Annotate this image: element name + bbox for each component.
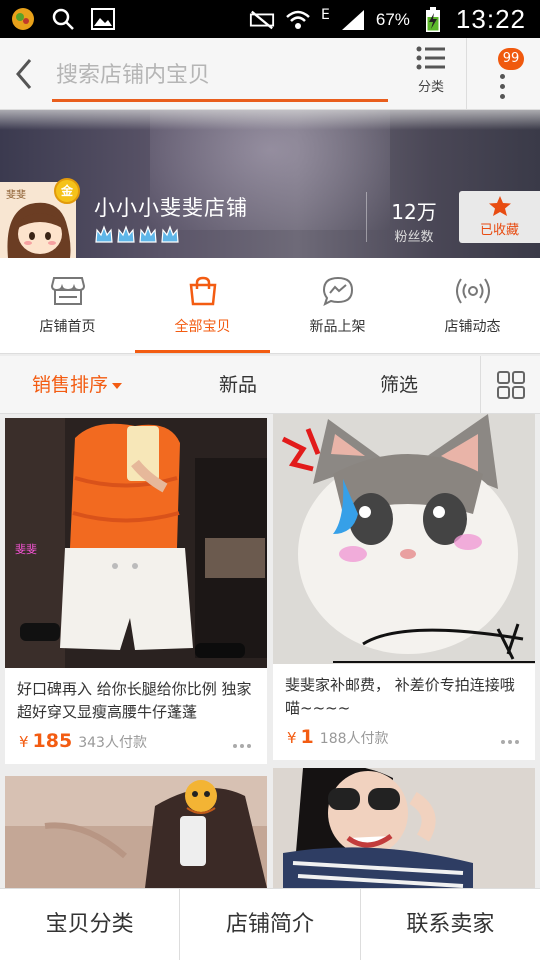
clock: 13:22 (455, 4, 526, 34)
status-bar: E 67% 13:22 (0, 0, 540, 38)
product-title[interactable]: 斐斐家补邮费， 补差价专拍连接哦 喵~~~~ (273, 664, 535, 726)
crown-icon (95, 225, 179, 243)
store-icon (50, 277, 85, 305)
chevron-left-icon (16, 59, 32, 89)
divider (466, 38, 467, 110)
gold-seller-badge: 金 (54, 178, 80, 204)
search-icon (50, 6, 76, 32)
app-notification-icon (10, 6, 36, 32)
bottom-bar: 宝贝分类 店铺简介 联系卖家 (0, 888, 540, 960)
svg-text:斐斐: 斐斐 (15, 543, 37, 556)
sold-count: 343人付款 (78, 735, 147, 751)
more-dots-icon (500, 74, 505, 99)
star-icon (488, 196, 511, 216)
contact-seller-button[interactable]: 联系卖家 (361, 889, 540, 960)
tab-label: 店铺动态 (444, 319, 501, 335)
favorite-label: 已收藏 (479, 223, 519, 238)
more-menu-button[interactable]: 99 (480, 46, 534, 106)
tab-label: 新品上架 (309, 319, 366, 335)
image-icon (90, 6, 116, 32)
favorite-button[interactable]: 已收藏 (459, 191, 540, 243)
product-meta: ¥1 188人付款 (273, 726, 535, 760)
signal-icon (340, 7, 366, 33)
currency-symbol: ¥ (19, 733, 29, 751)
product-card[interactable] (273, 768, 535, 888)
shop-intro-button[interactable]: 店铺简介 (180, 889, 361, 960)
more-options-icon[interactable] (501, 740, 519, 744)
grid-icon (496, 371, 525, 399)
category-button[interactable]: 分类 (400, 46, 462, 106)
network-type: E (321, 6, 330, 23)
shop-banner: 斐斐 金 小小小斐斐店铺 12万 粉丝数 已收藏 (0, 110, 540, 258)
filter-button[interactable]: 筛选 (380, 356, 418, 414)
product-price: 1 (300, 726, 314, 748)
tab-label: 店铺首页 (39, 319, 96, 335)
fans-label: 粉丝数 (394, 230, 434, 245)
tab-shop-updates[interactable]: 店铺动态 (405, 258, 540, 353)
broadcast-icon (455, 278, 490, 304)
new-arrival-icon (322, 276, 353, 306)
shop-tabs: 店铺首页 全部宝贝 新品上架 店铺动态 (0, 258, 540, 354)
svg-text:斐斐: 斐斐 (6, 189, 26, 201)
more-options-icon[interactable] (233, 744, 251, 748)
product-image[interactable] (273, 414, 535, 664)
shop-name: 小小小斐斐店铺 (94, 196, 248, 220)
sales-sort-dropdown[interactable]: 销售排序 (32, 356, 123, 414)
sold-count: 188人付款 (319, 731, 389, 747)
product-meta: ¥185 343人付款 (5, 730, 267, 764)
product-card[interactable]: 斐斐家补邮费， 补差价专拍连接哦 喵~~~~ ¥1 188人付款 (273, 414, 535, 760)
product-card[interactable]: 斐斐 好口碑再入 给你长腿给你比例 独家超好穿又显瘦高腰牛仔蓬蓬 ¥185 343… (5, 418, 267, 764)
back-button[interactable] (8, 52, 40, 96)
caret-down-icon (112, 382, 123, 389)
sort-bar: 销售排序 新品 筛选 (0, 356, 540, 414)
item-category-button[interactable]: 宝贝分类 (0, 889, 181, 960)
tab-label: 全部宝贝 (174, 319, 231, 335)
product-card[interactable] (5, 776, 267, 888)
sort-new[interactable]: 新品 (219, 356, 257, 414)
product-price: 185 (32, 730, 73, 752)
fans-count: 12万 (391, 200, 437, 224)
sales-sort-label: 销售排序 (32, 374, 109, 396)
notification-badge: 99 (498, 48, 524, 70)
currency-symbol: ¥ (287, 729, 297, 747)
battery-percent: 67% (375, 9, 410, 29)
tab-shop-home[interactable]: 店铺首页 (0, 258, 135, 353)
shop-rating-crowns (94, 224, 182, 246)
shopping-bag-icon (189, 276, 216, 306)
battery-icon (420, 6, 446, 33)
product-image[interactable] (5, 776, 267, 888)
top-bar: 分类 99 (0, 38, 540, 110)
search-input[interactable] (52, 52, 388, 99)
category-label: 分类 (417, 80, 444, 95)
grid-view-toggle[interactable] (480, 356, 540, 414)
wifi-icon (285, 7, 311, 33)
product-title[interactable]: 好口碑再入 给你长腿给你比例 独家超好穿又显瘦高腰牛仔蓬蓬 (5, 668, 267, 730)
product-image[interactable]: 斐斐 (5, 418, 267, 668)
list-icon (416, 46, 445, 70)
tab-all-items[interactable]: 全部宝贝 (135, 258, 270, 353)
search-box[interactable] (52, 52, 388, 102)
tab-new-arrivals[interactable]: 新品上架 (270, 258, 405, 353)
divider (366, 192, 367, 242)
mute-icon (249, 7, 275, 33)
product-image[interactable] (273, 768, 535, 888)
